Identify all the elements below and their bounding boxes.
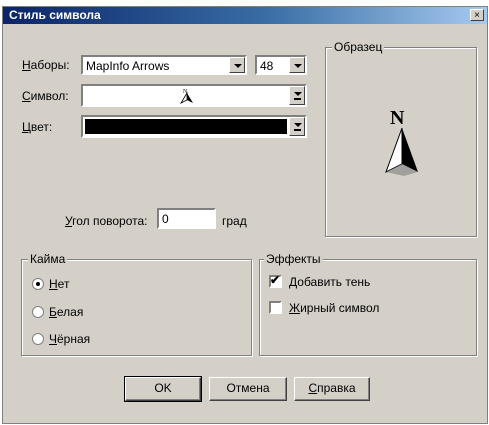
radio-none-label[interactable]: Нет: [49, 277, 69, 291]
dialog-title: Стиль символа: [9, 8, 101, 22]
chevron-down-icon: [294, 123, 302, 127]
svg-text:N: N: [390, 107, 405, 129]
preview-group: Образец N: [325, 40, 477, 237]
color-dropdown-button[interactable]: [289, 117, 305, 136]
dropdown-bar: [294, 98, 301, 100]
color-select[interactable]: [81, 115, 307, 138]
chevron-down-icon: [294, 92, 302, 96]
symbol-select[interactable]: N: [81, 84, 307, 107]
radio-black-label[interactable]: Чёрная: [49, 332, 90, 346]
sets-value: MapInfo Arrows: [86, 59, 170, 73]
sets-select[interactable]: MapInfo Arrows: [81, 55, 247, 75]
checkbox-bold-label[interactable]: Жирный символ: [289, 301, 379, 315]
rotation-input[interactable]: 0: [157, 208, 216, 229]
radio-selected-dot: [36, 282, 40, 286]
north-arrow-icon: N: [179, 89, 193, 104]
symbol-dropdown-button[interactable]: [289, 86, 305, 105]
border-group-title: Кайма: [28, 252, 68, 266]
title-bar[interactable]: Стиль символа ×: [3, 7, 487, 24]
rotation-unit: град: [222, 214, 247, 228]
close-icon: ×: [474, 10, 480, 21]
checkbox-shadow-label[interactable]: Добавить тень: [289, 275, 370, 289]
radio-white-label[interactable]: Белая: [49, 305, 83, 319]
dropdown-bar: [294, 129, 301, 131]
effects-group: Эффекты ✔ Добавить тень Жирный символ: [259, 252, 477, 356]
effects-group-title: Эффекты: [264, 252, 323, 266]
north-arrow-preview-icon: N: [385, 107, 418, 176]
color-label: Цвет:: [22, 120, 53, 134]
radio-none[interactable]: [32, 278, 44, 290]
chevron-down-icon: [234, 64, 242, 68]
chevron-down-icon: [294, 64, 302, 68]
help-button[interactable]: Справка: [294, 377, 370, 401]
cancel-button[interactable]: Отмена: [209, 377, 287, 401]
sets-label: Наборы:: [22, 58, 70, 72]
preview-title: Образец: [332, 40, 385, 54]
checkbox-shadow[interactable]: ✔: [269, 273, 282, 288]
radio-black[interactable]: [32, 333, 44, 345]
rotation-value: 0: [162, 212, 169, 226]
rotation-label: Угол поворота:: [65, 214, 148, 228]
ok-button[interactable]: OK: [124, 376, 202, 402]
close-button[interactable]: ×: [470, 9, 484, 21]
symbol-style-dialog: Стиль символа × Наборы: MapInfo Arrows 4…: [2, 6, 488, 424]
color-swatch: [85, 119, 287, 134]
checkbox-bold[interactable]: [269, 301, 282, 314]
symbol-label: Символ:: [22, 89, 69, 103]
border-group: Кайма Нет Белая Чёрная: [21, 252, 252, 356]
check-icon: ✔: [270, 273, 281, 287]
radio-white[interactable]: [32, 306, 44, 318]
size-dropdown-button[interactable]: [289, 57, 305, 73]
sets-dropdown-button[interactable]: [229, 57, 245, 73]
size-value: 48: [260, 59, 274, 73]
size-select[interactable]: 48: [255, 55, 307, 75]
